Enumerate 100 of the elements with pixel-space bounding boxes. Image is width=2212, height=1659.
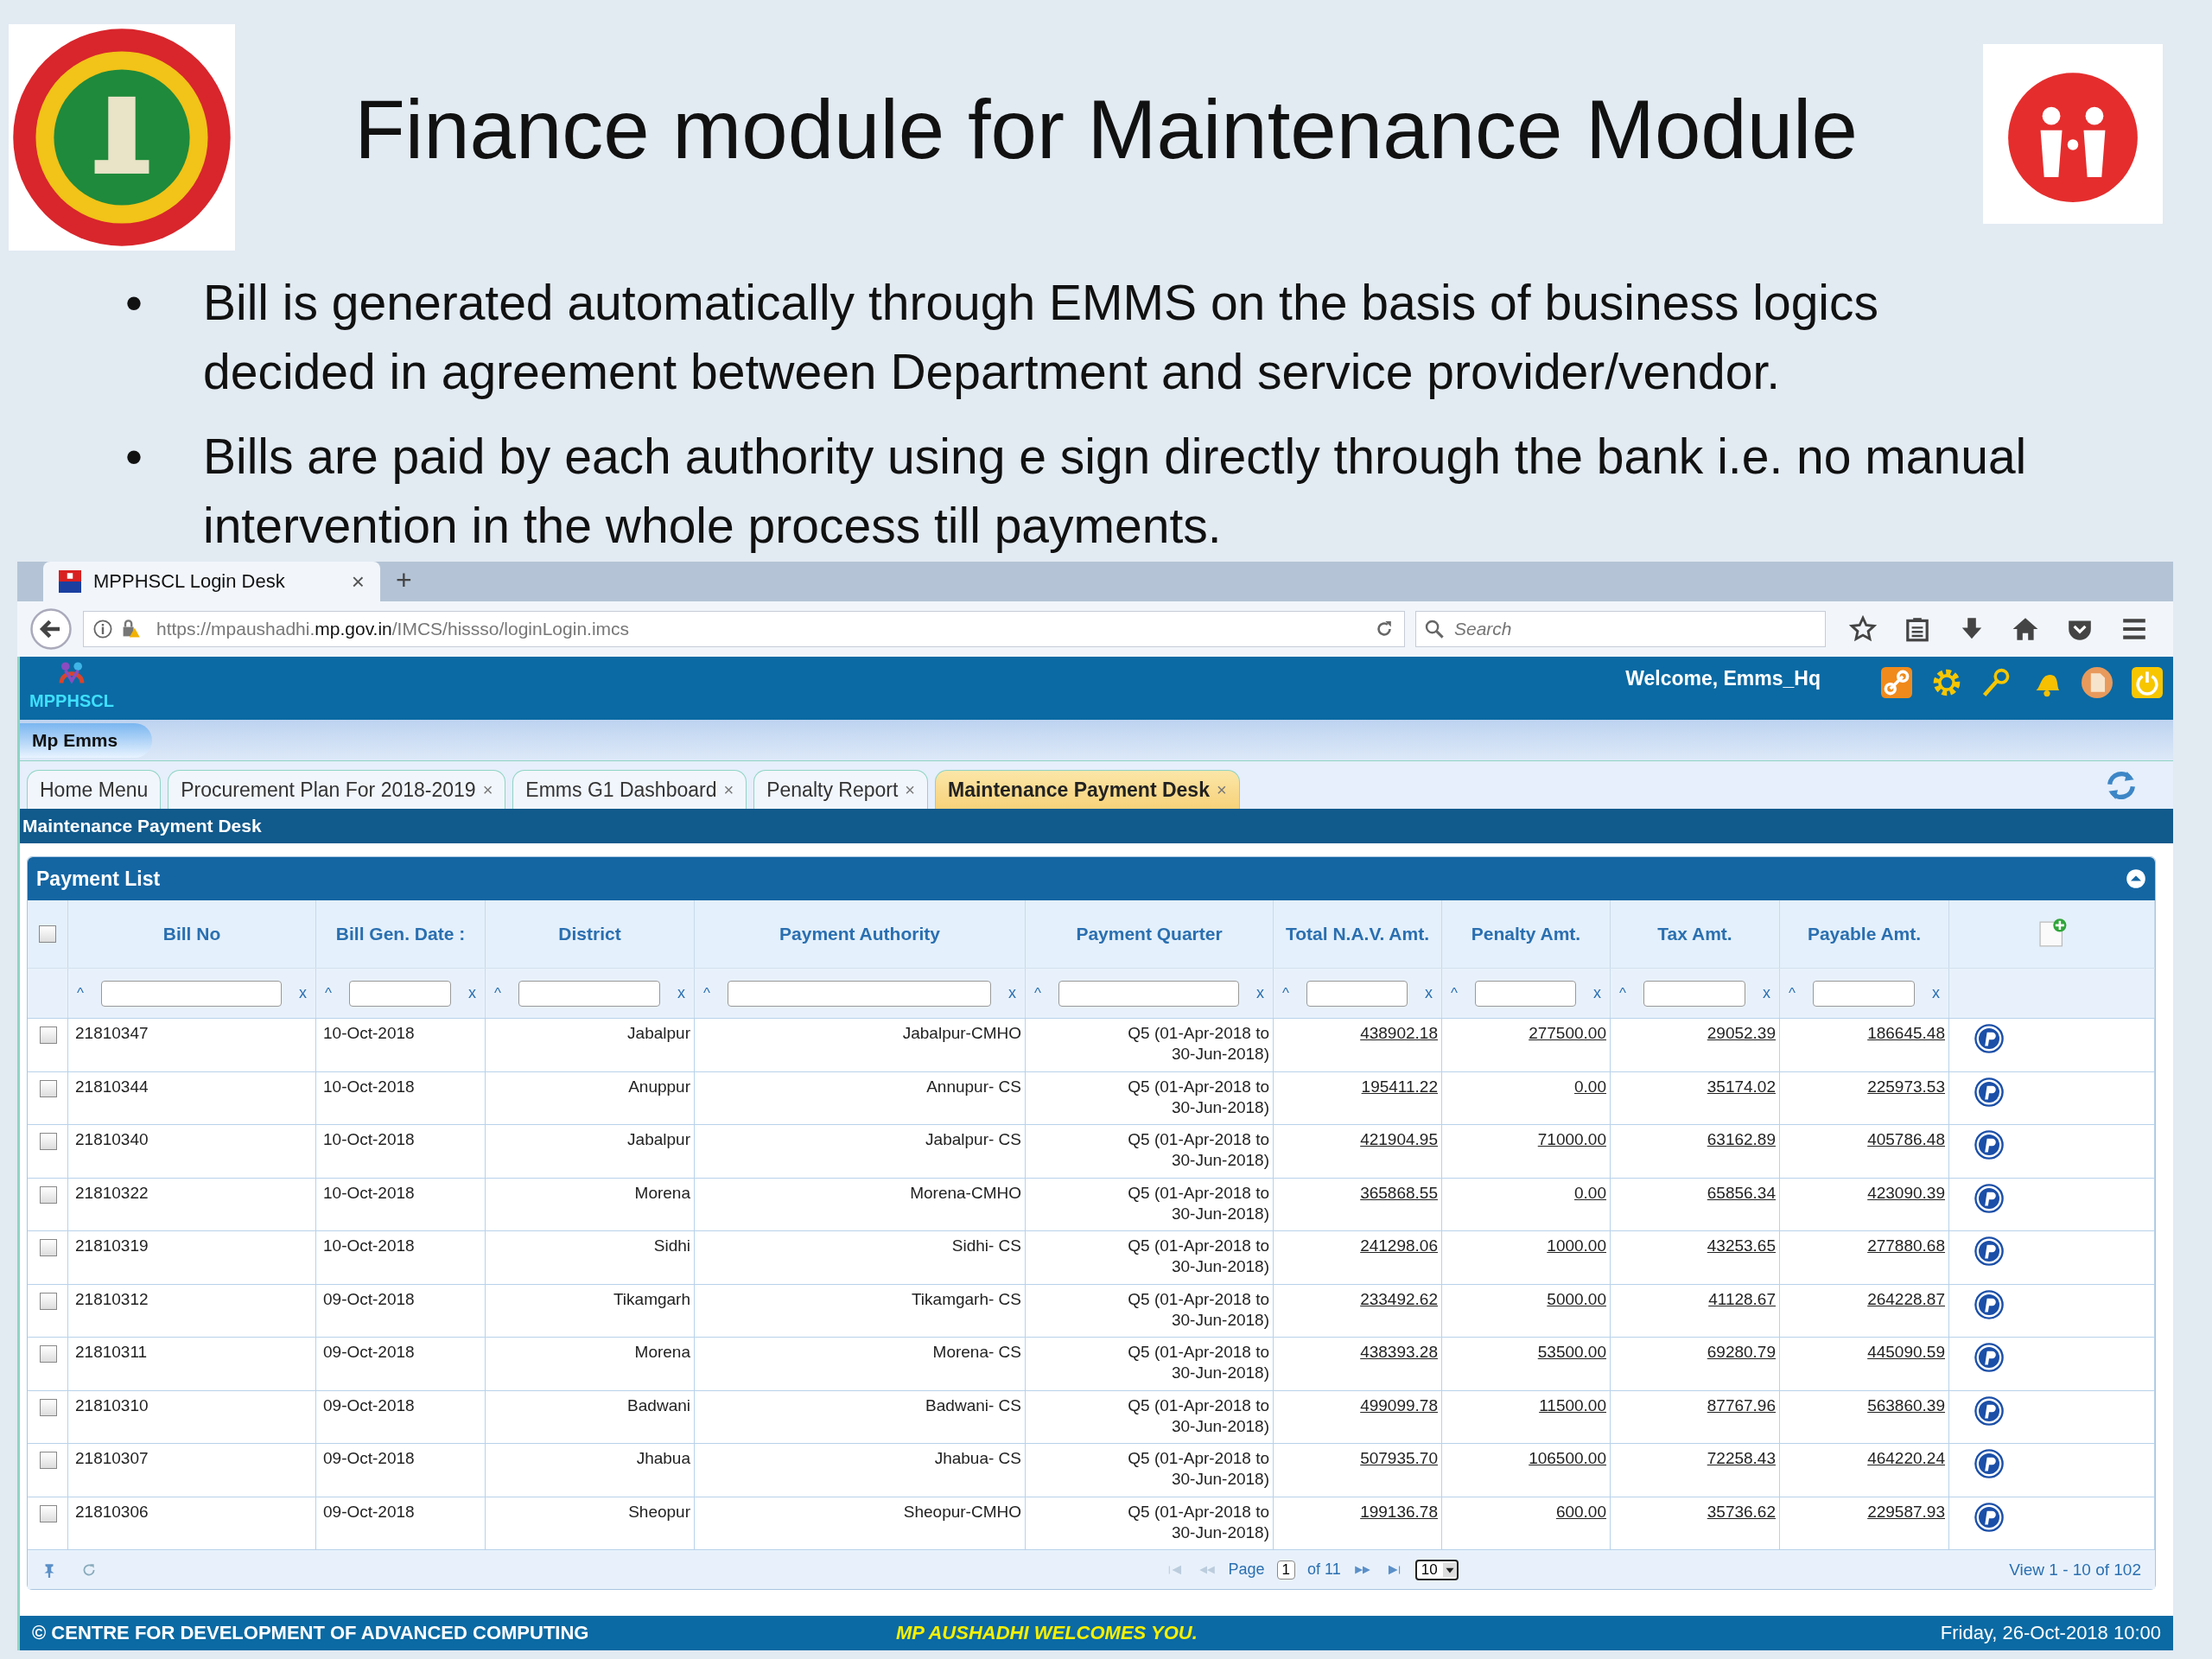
sort-mark[interactable]: ^ [703,984,710,1002]
pay-icon[interactable] [1974,1395,2005,1427]
clear-filter-button[interactable]: x [677,984,685,1002]
pay-icon[interactable] [1974,1501,2005,1533]
page-tab[interactable]: Home Menu [27,770,162,809]
amount-link[interactable]: 277880.68 [1867,1236,1945,1255]
close-tab-button[interactable]: × [351,568,365,595]
pay-icon[interactable] [1974,1076,2005,1108]
row-checkbox[interactable] [40,1504,57,1522]
clear-filter-button[interactable]: x [1932,984,1940,1002]
sort-mark[interactable]: ^ [1282,984,1289,1002]
amount-link[interactable]: 0.00 [1574,1077,1606,1096]
amount-link[interactable]: 365868.55 [1360,1183,1438,1202]
clear-filter-button[interactable]: x [1593,984,1601,1002]
page-field[interactable]: 1 [1276,1560,1296,1580]
sort-mark[interactable]: ^ [1451,984,1458,1002]
select-all-checkbox[interactable] [39,925,56,943]
amount-link[interactable]: 0.00 [1574,1183,1606,1202]
sort-mark[interactable]: ^ [77,984,84,1002]
filter-field[interactable] [1643,980,1745,1007]
filter-field[interactable] [1306,980,1408,1007]
amount-link[interactable]: 507935.70 [1360,1449,1438,1467]
row-checkbox[interactable] [40,1185,57,1204]
amount-link[interactable]: 1000.00 [1547,1236,1606,1255]
amount-link[interactable]: 41128.67 [1708,1289,1776,1308]
clear-filter-button[interactable]: x [1763,984,1770,1002]
row-checkbox[interactable] [40,1452,57,1469]
amount-link[interactable]: 5000.00 [1547,1289,1606,1308]
amount-link[interactable]: 464220.24 [1867,1449,1945,1467]
pay-icon[interactable] [1974,1023,2005,1054]
amount-link[interactable]: 600.00 [1555,1502,1606,1521]
pay-icon[interactable] [1974,1129,2005,1160]
page-tab[interactable]: Emms G1 Dashboard × [512,770,747,809]
page-tab[interactable]: Procurement Plan For 2018-2019 × [168,770,506,809]
row-checkbox[interactable] [40,1292,57,1310]
power-icon[interactable] [2132,667,2163,698]
sort-mark[interactable]: ^ [1619,984,1626,1002]
star-icon[interactable] [1849,615,1878,643]
pay-icon[interactable] [1974,1288,2005,1320]
amount-link[interactable]: 438393.28 [1360,1343,1438,1361]
module-tab[interactable]: Mp Emms [20,722,153,758]
amount-link[interactable]: 43253.65 [1707,1236,1776,1255]
page-size-dropdown[interactable]: 10 [1414,1559,1459,1580]
clear-filter-button[interactable]: x [1256,984,1264,1002]
close-tab-button[interactable]: × [482,779,493,800]
document-icon[interactable] [2082,667,2113,698]
amount-link[interactable]: 35174.02 [1707,1077,1776,1096]
amount-link[interactable]: 225973.53 [1867,1077,1945,1096]
amount-link[interactable]: 421904.95 [1360,1130,1438,1148]
collapse-icon[interactable] [2126,868,2146,889]
amount-link[interactable]: 233492.62 [1360,1289,1438,1308]
amount-link[interactable]: 199136.78 [1360,1502,1438,1521]
browser-tab[interactable]: MPPHSCL Login Desk × [43,562,380,601]
clear-filter-button[interactable]: x [1008,984,1016,1002]
amount-link[interactable]: 11500.00 [1539,1395,1606,1414]
filter-field[interactable] [518,980,660,1007]
row-checkbox[interactable] [40,1133,57,1150]
pay-icon[interactable] [1974,1236,2005,1267]
sort-mark[interactable]: ^ [1789,984,1796,1002]
page-tab[interactable]: Maintenance Payment Desk × [935,770,1240,809]
amount-link[interactable]: 63162.89 [1707,1130,1776,1148]
amount-link[interactable]: 53500.00 [1537,1343,1606,1361]
amount-link[interactable]: 71000.00 [1537,1130,1606,1148]
filter-field[interactable] [1475,980,1576,1007]
row-checkbox[interactable] [40,1345,57,1363]
sort-mark[interactable]: ^ [1034,984,1041,1002]
info-icon[interactable] [92,619,113,639]
amount-link[interactable]: 195411.22 [1361,1077,1438,1096]
amount-link[interactable]: 423090.39 [1867,1183,1945,1202]
pay-icon[interactable] [1974,1342,2005,1373]
amount-link[interactable]: 499099.78 [1360,1395,1438,1414]
close-tab-button[interactable]: × [905,779,915,800]
address-field[interactable]: https://mpaushadhi.mp.gov.in/IMCS/hissso/loginLogin.imcs [83,611,1405,647]
sort-mark[interactable]: ^ [494,984,501,1002]
amount-link[interactable]: 186645.48 [1867,1024,1945,1042]
amount-link[interactable]: 563860.39 [1867,1395,1945,1414]
row-checkbox[interactable] [40,1398,57,1416]
amount-link[interactable]: 405786.48 [1867,1130,1945,1148]
amount-link[interactable]: 241298.06 [1360,1236,1438,1255]
pay-icon[interactable] [1974,1448,2005,1479]
sort-mark[interactable]: ^ [325,984,332,1002]
clear-filter-button[interactable]: x [299,984,307,1002]
new-tab-button[interactable]: + [396,564,412,596]
amount-link[interactable]: 438902.18 [1360,1024,1438,1042]
close-tab-button[interactable]: × [723,779,734,800]
clear-filter-button[interactable]: x [1425,984,1433,1002]
amount-link[interactable]: 69280.79 [1707,1343,1776,1361]
amount-link[interactable]: 277500.00 [1529,1024,1606,1042]
filter-field[interactable] [349,980,451,1007]
amount-link[interactable]: 65856.34 [1707,1183,1776,1202]
filter-field[interactable] [728,980,991,1007]
amount-link[interactable]: 29052.39 [1707,1024,1776,1042]
amount-link[interactable]: 72258.43 [1707,1449,1776,1467]
amount-link[interactable]: 35736.62 [1707,1502,1776,1521]
row-checkbox[interactable] [40,1079,57,1097]
row-checkbox[interactable] [40,1239,57,1256]
amount-link[interactable]: 87767.96 [1707,1395,1776,1414]
page-tab[interactable]: Penalty Report × [753,770,928,809]
search-field[interactable]: Search [1415,611,1826,647]
filter-field[interactable] [1813,980,1915,1007]
